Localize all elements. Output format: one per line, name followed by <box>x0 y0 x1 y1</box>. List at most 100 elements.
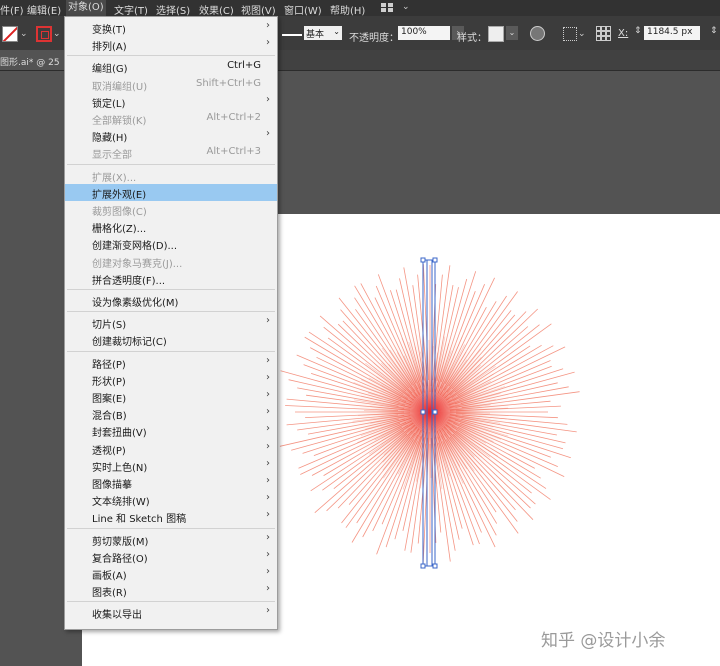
menu-item[interactable]: 剪切蒙版(M) › <box>65 531 277 548</box>
menu-item[interactable]: 设为像素级优化(M) <box>65 292 277 309</box>
menu-item[interactable]: 路径(P) › <box>65 354 277 371</box>
menu-type[interactable]: 文字(T) <box>114 2 148 17</box>
menu-item[interactable]: 画板(A) › <box>65 565 277 582</box>
menu-item[interactable]: 封套扭曲(V) › <box>65 422 277 439</box>
menu-item-label: 切片(S) <box>92 320 127 332</box>
menu-item[interactable]: 锁定(L) › <box>65 93 277 110</box>
submenu-arrow-icon: › <box>266 548 270 560</box>
menu-item[interactable]: 形状(P) › <box>65 371 277 388</box>
menu-item-label: 编组(G) <box>92 64 128 76</box>
menu-item-label: 复合路径(O) <box>92 553 148 565</box>
menu-item-label: 路径(P) <box>92 359 126 371</box>
menu-item-label: 创建渐变网格(D)... <box>92 241 178 253</box>
stroke-style-dropdown[interactable]: 基本 ⌄ <box>304 26 342 40</box>
menu-item[interactable]: 透视(P) › <box>65 440 277 457</box>
submenu-arrow-icon: › <box>266 492 270 504</box>
menu-item[interactable]: 实时上色(N) › <box>65 457 277 474</box>
menu-item[interactable]: 复合路径(O) › <box>65 548 277 565</box>
stroke-swatch[interactable] <box>36 26 52 42</box>
menu-item-label: 创建对象马赛克(J)... <box>92 258 183 270</box>
menu-item[interactable]: 变换(T) › <box>65 19 277 36</box>
opacity-input[interactable]: 100% <box>398 26 450 40</box>
menu-item-label: 透视(P) <box>92 445 126 457</box>
style-label: 样式： <box>457 33 487 44</box>
align-icon[interactable] <box>563 27 577 41</box>
menu-separator <box>67 527 275 529</box>
menu-item[interactable]: Line 和 Sketch 图稿 › <box>65 508 277 525</box>
stroke-line-preview <box>282 34 302 36</box>
menu-item[interactable]: 切片(S) › <box>65 314 277 331</box>
menu-item: 创建对象马赛克(J)... <box>65 253 277 270</box>
menu-item-label: 创建裁切标记(C) <box>92 337 167 349</box>
menu-item-label: 隐藏(H) <box>92 133 128 145</box>
graphic-style-swatch[interactable] <box>488 26 504 42</box>
menu-item[interactable]: 创建渐变网格(D)... <box>65 235 277 252</box>
center-glow <box>340 322 520 502</box>
menu-window[interactable]: 窗口(W) <box>284 2 322 17</box>
submenu-arrow-icon: › <box>266 20 270 31</box>
menu-item[interactable]: 图案(E) › <box>65 388 277 405</box>
chevron-down-icon[interactable]: ⌄ <box>402 2 410 12</box>
menu-item-label: 裁剪图像(C) <box>92 207 147 218</box>
submenu-arrow-icon: › <box>266 354 270 366</box>
menu-separator <box>67 350 275 352</box>
menu-item-label: 图表(R) <box>92 588 127 600</box>
menu-select[interactable]: 选择(S) <box>156 2 190 17</box>
menu-item-label: 全部解锁(K) <box>92 116 147 127</box>
menu-item-label: 锁定(L) <box>92 98 126 110</box>
menu-item[interactable]: 文本绕排(W) › <box>65 491 277 508</box>
menu-item-label: 图像描摹 <box>92 480 132 491</box>
chevron-down-icon[interactable]: ⌄ <box>506 26 518 40</box>
menu-item-label: 收集以导出 <box>92 610 142 622</box>
menu-item[interactable]: 图像描摹 › <box>65 474 277 491</box>
document-tab[interactable]: 图形.ai* @ 25 <box>0 50 64 70</box>
menu-item[interactable]: 编组(G) Ctrl+G <box>65 58 277 75</box>
menu-item: 显示全部 Alt+Ctrl+3 <box>65 144 277 161</box>
menu-item[interactable]: 拼合透明度(F)... <box>65 270 277 287</box>
chevron-down-icon[interactable]: ⌄ <box>20 29 28 39</box>
x-position-input[interactable]: 1184.5 px <box>644 26 700 40</box>
menu-separator <box>67 601 275 603</box>
menu-edit[interactable]: 编辑(E) <box>27 2 61 17</box>
menu-item[interactable]: 混合(B) › <box>65 405 277 422</box>
menu-item-label: 图案(E) <box>92 394 127 405</box>
chevron-down-icon[interactable]: ⌄ <box>53 29 61 39</box>
menu-item[interactable]: 隐藏(H) › <box>65 127 277 144</box>
fill-swatch[interactable] <box>2 26 18 42</box>
submenu-arrow-icon: › <box>266 605 270 617</box>
menu-item[interactable]: 排列(A) › <box>65 36 277 53</box>
stepper-icon[interactable]: ⇕ <box>710 26 718 36</box>
menu-item-label: 拼合透明度(F)... <box>92 275 166 287</box>
menu-view[interactable]: 视图(V) <box>241 2 276 17</box>
menu-item[interactable]: 收集以导出 › <box>65 604 277 621</box>
menu-item[interactable]: 扩展外观(E) <box>65 183 277 201</box>
menu-item[interactable]: 图表(R) › <box>65 582 277 599</box>
grid-icon[interactable] <box>596 26 611 41</box>
menu-item-label: 画板(A) <box>92 571 127 582</box>
globe-icon[interactable] <box>530 26 545 41</box>
menu-item-label: 实时上色(N) <box>92 462 148 474</box>
stepper-icon[interactable]: ⇕ <box>634 26 642 36</box>
menu-item[interactable]: 创建裁切标记(C) <box>65 331 277 348</box>
menu-effect[interactable]: 效果(C) <box>199 2 234 17</box>
submenu-arrow-icon: › <box>266 371 270 383</box>
layout-icon[interactable] <box>381 3 393 12</box>
menu-item: 扩展(X)... <box>65 167 277 184</box>
chevron-down-icon[interactable]: ⌄ <box>578 29 586 39</box>
menu-item-label: 扩展(X)... <box>92 172 137 184</box>
menu-separator <box>67 311 275 313</box>
submenu-arrow-icon: › <box>266 440 270 452</box>
opacity-label[interactable]: 不透明度： <box>349 29 399 44</box>
menu-file[interactable]: 件(F) <box>0 2 24 17</box>
stroke-style-value: 基本 <box>306 30 325 40</box>
submenu-arrow-icon: › <box>266 128 270 140</box>
submenu-arrow-icon: › <box>266 389 270 400</box>
submenu-arrow-icon: › <box>266 93 270 105</box>
menu-item-label: 文本绕排(W) <box>92 497 150 509</box>
menu-item-shortcut: Alt+Ctrl+2 <box>206 112 261 123</box>
submenu-arrow-icon: › <box>266 423 270 435</box>
menu-object[interactable]: 对象(O) <box>66 0 106 16</box>
menu-help[interactable]: 帮助(H) <box>330 2 365 17</box>
menu-item[interactable]: 栅格化(Z)... <box>65 218 277 235</box>
document-tab-title: 图形.ai* @ 25 <box>0 58 60 68</box>
